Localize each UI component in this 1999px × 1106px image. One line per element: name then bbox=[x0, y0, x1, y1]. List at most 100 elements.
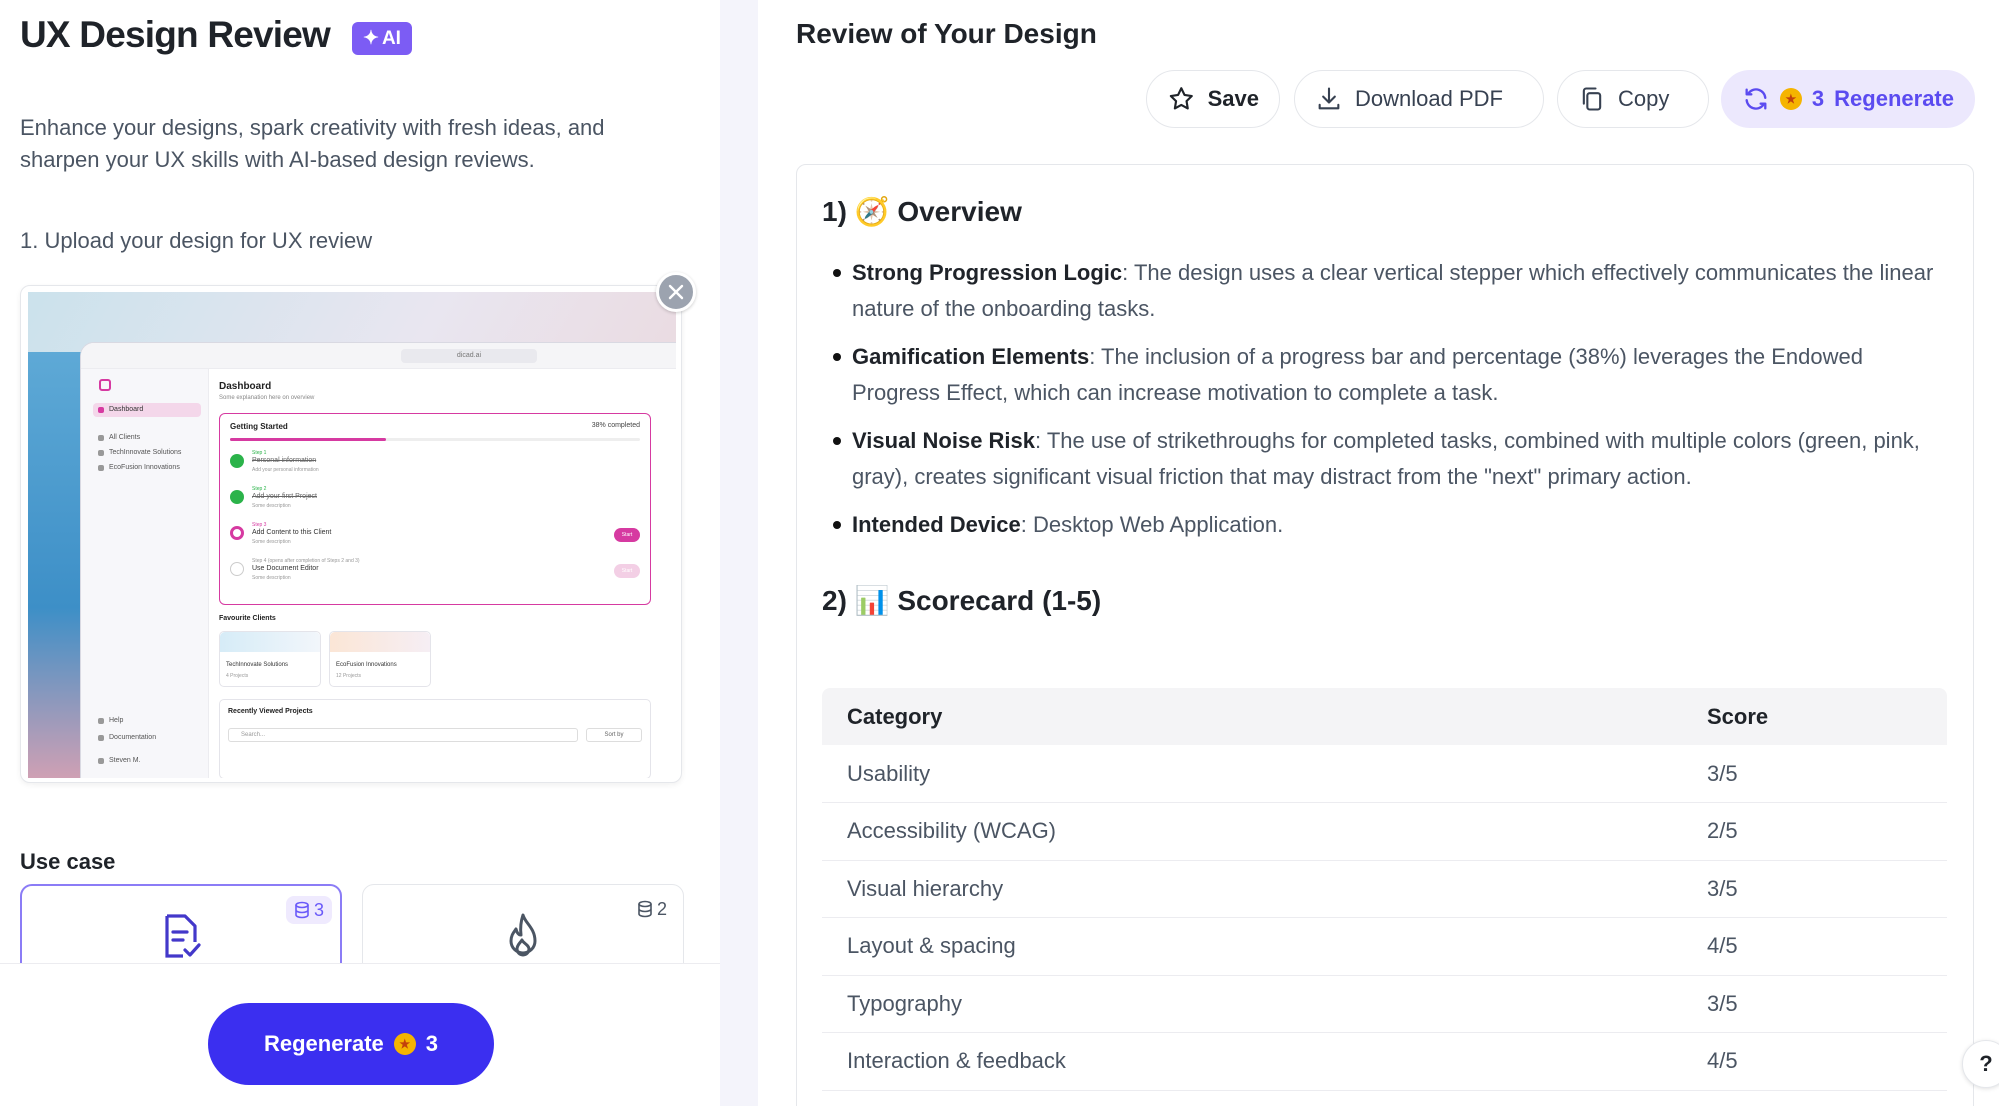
regenerate-review-button[interactable]: ★ 3 Regenerate bbox=[1721, 70, 1975, 128]
table-cell: Usability bbox=[822, 745, 1682, 803]
download-pdf-button[interactable]: Download PDF bbox=[1294, 70, 1544, 128]
table-cell: 3/5 bbox=[1682, 745, 1947, 803]
preview-sort: Sort by bbox=[586, 728, 642, 742]
regenerate-cost: 3 bbox=[1811, 86, 1825, 111]
close-icon bbox=[668, 284, 684, 300]
recent-title: Recently Viewed Projects bbox=[228, 708, 313, 715]
check-icon bbox=[230, 454, 244, 468]
preview-nav-item: EcoFusion Innovations bbox=[93, 461, 201, 475]
download-label: Download PDF bbox=[1355, 86, 1503, 111]
regenerate-button[interactable]: Regenerate ★ 3 bbox=[208, 1003, 494, 1085]
intro-text: Enhance your designs, spark creativity w… bbox=[20, 115, 605, 172]
bullet-text: : Desktop Web Application. bbox=[1020, 512, 1284, 537]
preview-step: Step 4 (opens after completion of Steps … bbox=[230, 558, 640, 590]
table-cell: Typography bbox=[822, 975, 1682, 1033]
client-name: TechInnovate Solutions bbox=[226, 662, 289, 668]
table-cell: Visual hierarchy bbox=[822, 860, 1682, 918]
database-icon bbox=[295, 901, 309, 919]
step-label: Step 3 bbox=[252, 522, 267, 528]
uploaded-design-card[interactable]: dicad.ai Dashboard All Clients TechInnov… bbox=[20, 285, 682, 783]
credit-badge: 3 bbox=[285, 896, 332, 924]
save-button[interactable]: Save bbox=[1146, 70, 1280, 128]
table-cell: 2/5 bbox=[1682, 802, 1947, 861]
step-start-button: Start bbox=[614, 528, 640, 542]
preview-subtitle: Some explanation here on overview bbox=[219, 395, 315, 401]
preview-progress-bar bbox=[230, 438, 640, 441]
regenerate-cost: 3 bbox=[425, 1031, 439, 1056]
step-desc: Some description bbox=[252, 539, 291, 545]
preview-client-card: EcoFusion Innovations 12 Projects bbox=[329, 631, 431, 687]
flame-icon bbox=[509, 913, 537, 957]
preview-background bbox=[28, 352, 88, 778]
credit-count: 3 bbox=[313, 899, 324, 920]
locked-step-icon bbox=[230, 562, 244, 576]
table-header-row: Category Score bbox=[822, 688, 1947, 745]
table-row: Accessibility (WCAG) 2/5 bbox=[822, 802, 1947, 861]
bullet-term: Gamification Elements bbox=[852, 344, 1090, 369]
table-row: Layout & spacing 4/5 bbox=[822, 917, 1947, 976]
preview-main: Dashboard Some explanation here on overv… bbox=[219, 373, 676, 778]
preview-nav-item: Documentation bbox=[93, 731, 201, 745]
preview-title: Dashboard bbox=[219, 381, 272, 392]
preview-window: dicad.ai Dashboard All Clients TechInnov… bbox=[80, 342, 676, 778]
coin-icon: ★ bbox=[393, 1033, 416, 1055]
document-check-icon bbox=[165, 914, 201, 958]
preview-search: Search... bbox=[228, 728, 578, 742]
right-panel: Review of Your Design Save Download PDF … bbox=[758, 0, 1999, 1106]
client-name: EcoFusion Innovations bbox=[336, 662, 397, 668]
list-item: Strong Progression Logic: The design use… bbox=[833, 255, 1942, 327]
preview-nav-item: Help bbox=[93, 714, 201, 728]
client-sub: 12 Projects bbox=[336, 673, 362, 679]
step-desc: Some description bbox=[252, 503, 291, 509]
step-title: Add your first Project bbox=[252, 493, 317, 500]
table-header: Category bbox=[822, 688, 1682, 745]
preview-progress-text: 38% completed bbox=[591, 422, 640, 429]
credit-count: 2 bbox=[656, 898, 667, 919]
step-label: Step 1 bbox=[252, 450, 267, 456]
preview-step: Step 1 Personal information Add your per… bbox=[230, 450, 640, 482]
table-row: Usability 3/5 bbox=[822, 745, 1947, 803]
preview-nav-item: Dashboard bbox=[93, 403, 201, 417]
current-step-icon bbox=[230, 526, 244, 540]
ai-badge-label: AI bbox=[381, 27, 401, 49]
list-item: Intended Device: Desktop Web Application… bbox=[833, 507, 1942, 543]
client-sub: 4 Projects bbox=[226, 673, 249, 679]
table-row: Interaction & feedback 4/5 bbox=[822, 1032, 1947, 1091]
ai-badge: ✦ AI bbox=[352, 22, 412, 55]
preview-client-card: TechInnovate Solutions 4 Projects bbox=[219, 631, 321, 687]
client-header bbox=[220, 632, 320, 652]
upload-step-label: 1. Upload your design for UX review bbox=[20, 228, 373, 253]
preview-user: Steven M. bbox=[93, 754, 201, 768]
credit-badge: 2 bbox=[629, 895, 675, 923]
bullet-term: Visual Noise Risk bbox=[852, 428, 1036, 453]
preview-logo-icon bbox=[99, 379, 111, 391]
save-label: Save bbox=[1207, 86, 1259, 111]
download-icon bbox=[1318, 87, 1340, 110]
table-cell: 3/5 bbox=[1682, 860, 1947, 918]
list-item: Gamification Elements: The inclusion of … bbox=[833, 339, 1942, 411]
remove-design-button[interactable] bbox=[656, 272, 696, 312]
preview-getting-started-card: Getting Started 38% completed Step 1 Per… bbox=[219, 413, 651, 605]
preview-recent-projects: Recently Viewed Projects Search... Sort … bbox=[219, 699, 651, 778]
preview-step: Step 2 Add your first Project Some descr… bbox=[230, 486, 640, 518]
table-cell: 4/5 bbox=[1682, 1032, 1947, 1091]
overview-list: Strong Progression Logic: The design use… bbox=[833, 255, 1942, 555]
table-cell: 3/5 bbox=[1682, 975, 1947, 1033]
star-icon bbox=[1169, 87, 1193, 110]
bullet-term: Strong Progression Logic bbox=[852, 260, 1123, 285]
review-content: 1) 🧭 Overview Strong Progression Logic: … bbox=[796, 164, 1974, 1106]
design-preview-image: dicad.ai Dashboard All Clients TechInnov… bbox=[28, 292, 676, 778]
help-icon: ? bbox=[1979, 1051, 1993, 1076]
step-title: Add Content to this Client bbox=[252, 529, 332, 536]
bullet-term: Intended Device bbox=[852, 512, 1021, 537]
refresh-icon bbox=[1745, 88, 1767, 110]
preview-nav-item: All Clients bbox=[93, 431, 201, 445]
regenerate-label: Regenerate bbox=[263, 1031, 384, 1056]
copy-icon bbox=[1582, 87, 1602, 111]
sparkle-icon: ✦ bbox=[363, 28, 379, 49]
client-header bbox=[330, 632, 430, 652]
step-desc: Some description bbox=[252, 575, 291, 581]
table-cell: Accessibility (WCAG) bbox=[822, 802, 1682, 861]
copy-label: Copy bbox=[1618, 86, 1670, 111]
copy-button[interactable]: Copy bbox=[1557, 70, 1709, 128]
